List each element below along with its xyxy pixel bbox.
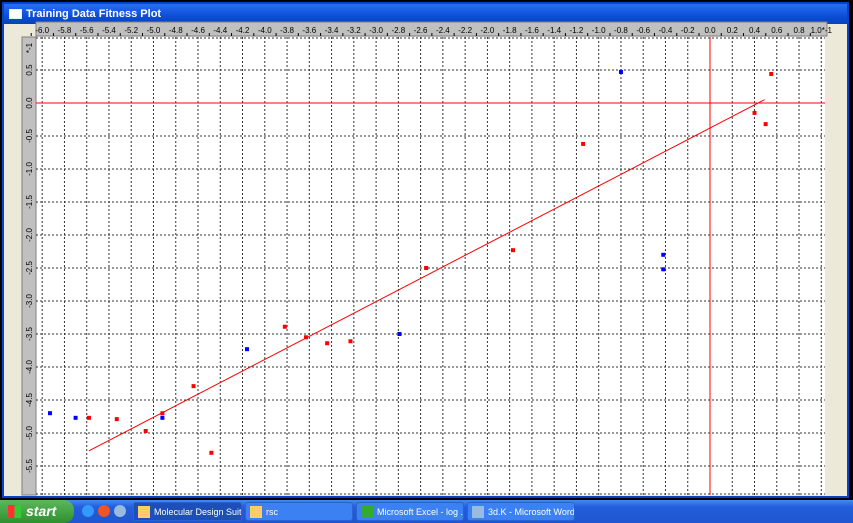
y-tick-label: -1.0	[25, 162, 34, 176]
x-tick-label: 0.4	[749, 26, 761, 35]
red-data-point	[209, 450, 214, 455]
x-tick-label: -2.0	[481, 26, 495, 35]
folder-icon	[250, 506, 262, 518]
x-tick-label: -2.4	[436, 26, 450, 35]
x-tick-label: -4.8	[169, 26, 183, 35]
red-data-point	[769, 71, 774, 76]
taskbar-item-excel[interactable]: Microsoft Excel - log ...	[356, 502, 464, 521]
taskbar: start Molecular Design Suite rsc Microso…	[0, 500, 853, 523]
x-tick-label: -2.2	[458, 26, 472, 35]
x-tick-label: -0.2	[681, 26, 695, 35]
x-tick-label: -1.8	[503, 26, 517, 35]
y-tick-label: -0.5	[25, 129, 34, 143]
y-tick-label: -2.0	[25, 228, 34, 242]
x-tick-label: -4.0	[258, 26, 272, 35]
x-tick-label: -2.6	[414, 26, 428, 35]
taskbar-item-word[interactable]: 3d.K - Microsoft Word	[467, 502, 575, 521]
taskbar-item-molecular-design-suite[interactable]: Molecular Design Suite	[133, 502, 242, 521]
x-tick-label: -1.6	[525, 26, 539, 35]
red-data-point	[581, 141, 586, 146]
x-tick-label: -3.6	[302, 26, 316, 35]
red-data-point	[510, 248, 515, 253]
x-tick-label: -5.4	[102, 26, 116, 35]
app-icon	[138, 506, 150, 518]
blue-data-point	[47, 411, 52, 416]
x-tick-label: -5.6	[80, 26, 94, 35]
red-data-point	[114, 417, 119, 422]
y-tick-label: -3.5	[25, 327, 34, 341]
x-tick-label: 1.0*-1	[811, 26, 833, 35]
blue-data-point	[160, 415, 165, 420]
x-tick-label: -5.2	[124, 26, 138, 35]
fitness-plot: -6.0 -5.8 -5.6 -5.4 -5.2 -5.0 -4.8 -4.6 -4.4 -4.2…	[21, 21, 845, 496]
excel-icon	[361, 506, 373, 518]
red-data-point	[191, 384, 196, 389]
red-data-point	[143, 429, 148, 434]
blue-data-point	[73, 415, 78, 420]
blue-data-point	[661, 267, 666, 272]
x-tick-label: -1.2	[570, 26, 584, 35]
x-tick-label: 0.2	[727, 26, 739, 35]
desktop-icon[interactable]	[114, 505, 126, 517]
x-tick-label: 0.0	[704, 26, 716, 35]
ie-icon[interactable]	[82, 505, 94, 517]
x-tick-label: -3.8	[280, 26, 294, 35]
y-tick-label: -5.0	[25, 426, 34, 440]
red-data-point	[325, 341, 330, 346]
blue-data-point	[397, 332, 402, 336]
x-tick-label: -4.4	[213, 26, 227, 35]
x-tick-label: -4.2	[236, 26, 250, 35]
taskbar-item-rsc[interactable]: rsc	[245, 502, 353, 521]
red-data-point	[303, 335, 308, 340]
y-tick-label: 0.5	[25, 64, 34, 76]
red-data-point	[282, 324, 287, 329]
x-tick-label: -1.4	[547, 26, 561, 35]
y-tick-label: -4.5	[25, 393, 34, 407]
x-tick-label: -0.6	[636, 26, 650, 35]
red-data-point	[160, 411, 165, 416]
x-tick-label: -3.4	[325, 26, 339, 35]
y-tick-label: 0.0	[25, 97, 34, 109]
y-tick-label: -5.5	[25, 459, 34, 473]
x-tick-label: 0.6	[771, 26, 783, 35]
y-tick-label: *-1	[25, 42, 34, 53]
x-tick-label: -6.0	[35, 26, 49, 35]
red-data-point	[752, 110, 757, 115]
y-tick-label: -3.0	[25, 294, 34, 308]
x-tick-label: -0.8	[614, 26, 628, 35]
red-data-point	[424, 266, 429, 270]
blue-data-point	[661, 252, 666, 257]
red-data-point	[348, 339, 353, 344]
y-tick-label: -1.5	[25, 195, 34, 209]
red-data-point	[86, 415, 91, 420]
red-data-point	[763, 122, 768, 127]
y-tick-label: -2.5	[25, 261, 34, 275]
word-icon	[472, 506, 484, 518]
x-tick-label: -3.0	[369, 26, 383, 35]
x-tick-label: -1.0	[592, 26, 606, 35]
x-tick-label: -3.2	[347, 26, 361, 35]
x-tick-label: -5.8	[58, 26, 72, 35]
x-tick-label: -0.4	[659, 26, 673, 35]
x-tick-label: 0.8	[793, 26, 805, 35]
x-tick-label: -5.0	[147, 26, 161, 35]
scrollbar	[827, 37, 845, 495]
start-button[interactable]: start	[0, 500, 74, 523]
blue-data-point	[244, 347, 249, 352]
plot-area	[36, 37, 825, 495]
x-tick-label: -2.8	[391, 26, 405, 35]
blue-data-point	[618, 69, 623, 74]
windows-logo-icon	[8, 505, 21, 518]
x-tick-label: -4.6	[191, 26, 205, 35]
browser-icon[interactable]	[98, 505, 110, 517]
y-tick-label: -4.0	[25, 360, 34, 374]
